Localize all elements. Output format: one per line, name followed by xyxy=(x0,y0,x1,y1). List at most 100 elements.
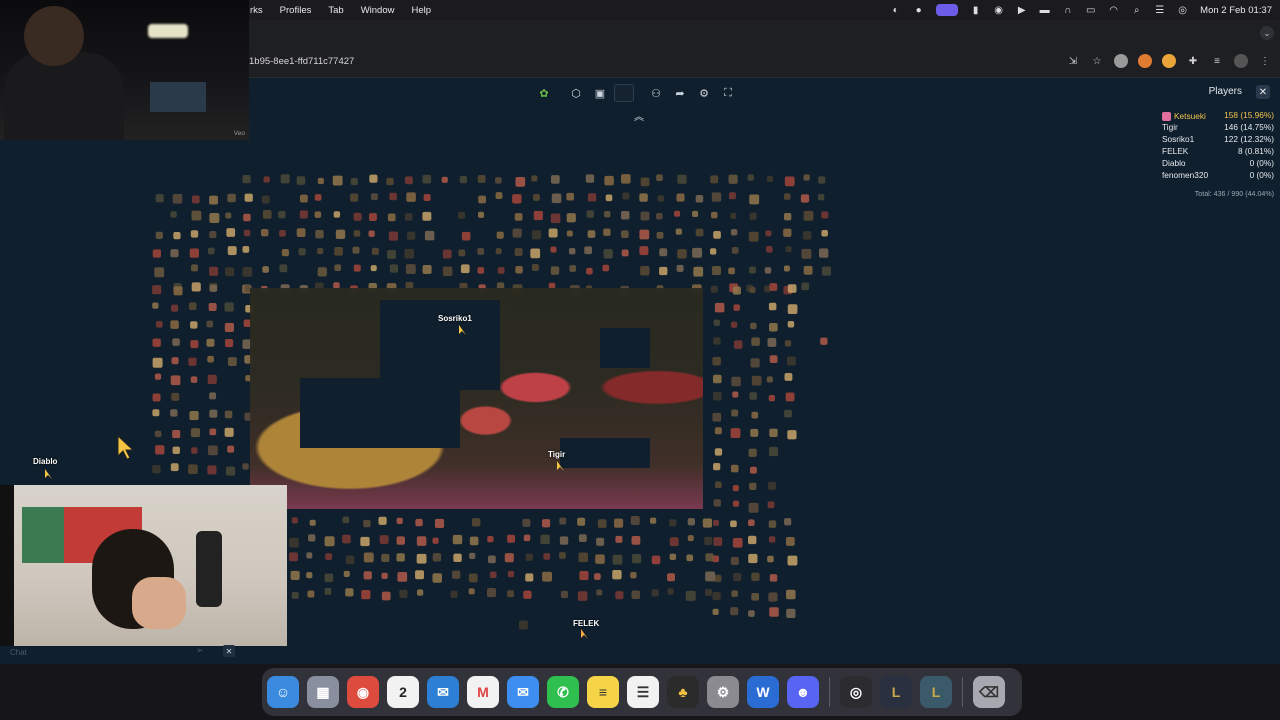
loose-piece[interactable] xyxy=(767,175,774,182)
loose-piece[interactable] xyxy=(227,246,237,256)
loose-piece[interactable] xyxy=(765,230,772,237)
loose-piece[interactable] xyxy=(189,410,199,421)
loose-piece[interactable] xyxy=(404,213,413,221)
loose-piece[interactable] xyxy=(191,210,202,221)
loose-piece[interactable] xyxy=(733,340,743,349)
loose-piece[interactable] xyxy=(667,588,674,595)
loose-piece[interactable] xyxy=(209,266,219,276)
loose-piece[interactable] xyxy=(710,285,718,293)
loose-piece[interactable] xyxy=(432,537,439,544)
loose-piece[interactable] xyxy=(155,320,163,328)
loose-piece[interactable] xyxy=(731,409,739,417)
loose-piece[interactable] xyxy=(764,285,772,293)
loose-piece[interactable] xyxy=(477,175,486,183)
loose-piece[interactable] xyxy=(172,430,181,439)
loose-piece[interactable] xyxy=(659,266,668,276)
loose-piece[interactable] xyxy=(307,590,315,598)
loose-piece[interactable] xyxy=(209,284,218,292)
loose-piece[interactable] xyxy=(207,465,217,475)
loose-piece[interactable] xyxy=(244,193,253,202)
loose-piece[interactable] xyxy=(768,520,777,528)
loose-piece[interactable] xyxy=(504,553,514,563)
loose-piece[interactable] xyxy=(656,231,664,239)
loose-piece[interactable] xyxy=(469,536,479,546)
loose-piece[interactable] xyxy=(784,409,792,418)
loose-piece[interactable] xyxy=(441,176,448,183)
loose-piece[interactable] xyxy=(152,393,161,402)
loose-piece[interactable] xyxy=(279,229,286,237)
loose-piece[interactable] xyxy=(152,249,161,258)
loose-piece[interactable] xyxy=(803,210,814,221)
loose-piece[interactable] xyxy=(263,176,270,183)
loose-piece[interactable] xyxy=(368,230,375,237)
loose-piece[interactable] xyxy=(728,267,735,275)
loose-piece[interactable] xyxy=(595,554,605,564)
loose-piece[interactable] xyxy=(172,193,183,204)
loose-piece[interactable] xyxy=(640,266,650,276)
loose-piece[interactable] xyxy=(818,193,825,201)
loose-piece[interactable] xyxy=(324,573,334,583)
loose-piece[interactable] xyxy=(620,210,630,220)
loose-piece[interactable] xyxy=(369,174,378,183)
loose-piece[interactable] xyxy=(289,537,299,548)
loose-piece[interactable] xyxy=(767,501,775,509)
loose-piece[interactable] xyxy=(639,229,650,240)
loose-piece[interactable] xyxy=(659,248,668,257)
loose-piece[interactable] xyxy=(225,212,232,219)
loose-piece[interactable] xyxy=(170,249,179,258)
loose-piece[interactable] xyxy=(471,518,481,527)
loose-piece[interactable] xyxy=(667,573,675,582)
loose-piece[interactable] xyxy=(732,286,741,295)
loose-piece[interactable] xyxy=(732,484,739,492)
loose-piece[interactable] xyxy=(173,231,181,240)
loose-piece[interactable] xyxy=(711,192,722,202)
loose-piece[interactable] xyxy=(586,267,593,275)
loose-piece[interactable] xyxy=(784,213,792,221)
loose-piece[interactable] xyxy=(551,193,562,204)
loose-piece[interactable] xyxy=(732,500,740,507)
loose-piece[interactable] xyxy=(786,589,796,600)
loose-piece[interactable] xyxy=(324,588,332,595)
tab-list-chevron-icon[interactable]: ⌄ xyxy=(1260,26,1274,40)
loose-piece[interactable] xyxy=(407,231,416,240)
loose-piece[interactable] xyxy=(224,427,234,437)
loose-piece[interactable] xyxy=(750,358,760,368)
loose-piece[interactable] xyxy=(713,537,723,546)
loose-piece[interactable] xyxy=(751,592,760,601)
loose-piece[interactable] xyxy=(787,321,795,328)
piece-shape-icon[interactable]: ⬡ xyxy=(566,84,586,102)
loose-piece[interactable] xyxy=(389,192,397,201)
loose-piece[interactable] xyxy=(550,213,561,224)
loose-piece[interactable] xyxy=(621,249,629,257)
loose-piece[interactable] xyxy=(751,337,760,346)
loose-piece[interactable] xyxy=(296,228,306,238)
screen-record-icon[interactable] xyxy=(936,4,959,16)
extension-3-icon[interactable] xyxy=(1162,54,1176,68)
loose-piece[interactable] xyxy=(768,394,775,402)
loose-piece[interactable] xyxy=(152,285,162,295)
loose-piece[interactable] xyxy=(170,320,179,329)
loose-piece[interactable] xyxy=(594,573,601,580)
dot-status-icon[interactable]: ● xyxy=(913,5,924,16)
loose-piece[interactable] xyxy=(335,229,346,239)
loose-piece[interactable] xyxy=(334,264,342,272)
loose-piece[interactable] xyxy=(515,266,523,274)
loose-piece[interactable] xyxy=(416,589,424,596)
loose-piece[interactable] xyxy=(406,192,416,202)
mail-icon[interactable]: ✉ xyxy=(427,676,459,708)
loose-piece[interactable] xyxy=(523,534,531,542)
loose-piece[interactable] xyxy=(209,231,217,239)
loose-piece[interactable] xyxy=(396,553,405,562)
loose-piece[interactable] xyxy=(631,535,641,545)
loose-piece[interactable] xyxy=(730,464,739,473)
loose-piece[interactable] xyxy=(714,427,722,435)
loose-piece[interactable] xyxy=(345,555,355,565)
loose-piece[interactable] xyxy=(704,588,713,597)
loose-piece[interactable] xyxy=(477,248,485,255)
loose-piece[interactable] xyxy=(345,588,354,597)
loose-piece[interactable] xyxy=(602,264,610,272)
loose-piece[interactable] xyxy=(692,247,703,258)
loose-piece[interactable] xyxy=(674,210,681,217)
loose-piece[interactable] xyxy=(314,194,322,201)
loose-piece[interactable] xyxy=(651,589,659,597)
